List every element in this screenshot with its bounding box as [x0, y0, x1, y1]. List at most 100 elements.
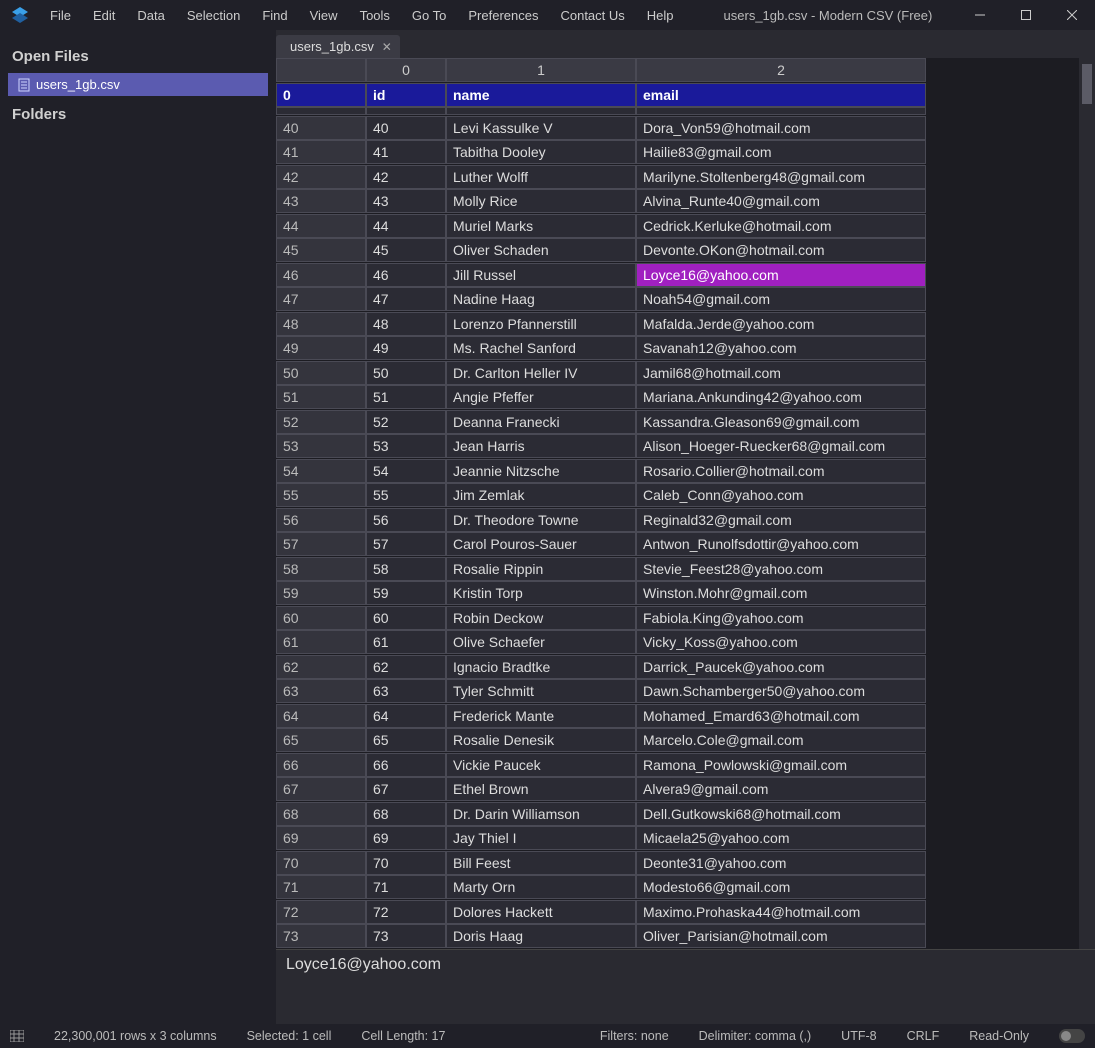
table-cell[interactable]: Marcelo.Cole@gmail.com [636, 728, 926, 752]
row-header[interactable]: 60 [276, 606, 366, 630]
table-cell[interactable]: Mohamed_Emard63@hotmail.com [636, 704, 926, 728]
table-cell[interactable]: Dora_Von59@hotmail.com [636, 116, 926, 140]
row-header[interactable]: 67 [276, 777, 366, 801]
menu-item-tools[interactable]: Tools [350, 4, 400, 27]
row-header[interactable]: 53 [276, 434, 366, 458]
row-header[interactable]: 66 [276, 753, 366, 777]
table-cell[interactable]: 49 [366, 336, 446, 360]
maximize-button[interactable] [1003, 0, 1049, 30]
table-cell[interactable]: Lorenzo Pfannerstill [446, 312, 636, 336]
table-cell[interactable]: Savanah12@yahoo.com [636, 336, 926, 360]
table-cell[interactable]: Kassandra.Gleason69@gmail.com [636, 410, 926, 434]
row-header[interactable]: 54 [276, 459, 366, 483]
table-cell[interactable]: 42 [366, 165, 446, 189]
menu-item-help[interactable]: Help [637, 4, 684, 27]
table-cell[interactable]: 46 [366, 263, 446, 287]
status-encoding[interactable]: UTF-8 [841, 1029, 876, 1043]
table-cell[interactable]: Antwon_Runolfsdottir@yahoo.com [636, 532, 926, 556]
column-header[interactable]: 2 [636, 58, 926, 82]
minimize-button[interactable] [957, 0, 1003, 30]
header-cell[interactable]: id [366, 83, 446, 107]
column-header[interactable]: 1 [446, 58, 636, 82]
table-cell[interactable]: Dolores Hackett [446, 900, 636, 924]
table-cell[interactable]: Luther Wolff [446, 165, 636, 189]
row-header[interactable]: 68 [276, 802, 366, 826]
status-delimiter[interactable]: Delimiter: comma (,) [699, 1029, 812, 1043]
row-header[interactable]: 47 [276, 287, 366, 311]
table-cell[interactable]: 62 [366, 655, 446, 679]
table-cell[interactable] [636, 107, 926, 115]
row-header[interactable]: 71 [276, 875, 366, 899]
table-cell[interactable]: Ms. Rachel Sanford [446, 336, 636, 360]
table-cell[interactable]: Marilyne.Stoltenberg48@gmail.com [636, 165, 926, 189]
table-cell[interactable]: Rosario.Collier@hotmail.com [636, 459, 926, 483]
table-cell[interactable]: Oliver_Parisian@hotmail.com [636, 924, 926, 948]
table-cell[interactable] [446, 107, 636, 115]
table-cell[interactable]: Olive Schaefer [446, 630, 636, 654]
table-cell[interactable]: Ignacio Bradtke [446, 655, 636, 679]
table-cell[interactable]: Reginald32@gmail.com [636, 508, 926, 532]
table-cell[interactable]: Devonte.OKon@hotmail.com [636, 238, 926, 262]
table-cell[interactable]: Jay Thiel I [446, 826, 636, 850]
menu-item-go-to[interactable]: Go To [402, 4, 456, 27]
table-cell[interactable]: Caleb_Conn@yahoo.com [636, 483, 926, 507]
row-header[interactable]: 45 [276, 238, 366, 262]
table-cell[interactable]: Carol Pouros-Sauer [446, 532, 636, 556]
table-cell[interactable]: Alison_Hoeger-Ruecker68@gmail.com [636, 434, 926, 458]
table-cell[interactable]: 60 [366, 606, 446, 630]
table-cell[interactable]: 45 [366, 238, 446, 262]
table-cell[interactable]: Bill Feest [446, 851, 636, 875]
table-cell[interactable]: Stevie_Feest28@yahoo.com [636, 557, 926, 581]
row-header[interactable]: 46 [276, 263, 366, 287]
table-cell[interactable]: Jill Russel [446, 263, 636, 287]
row-header[interactable]: 65 [276, 728, 366, 752]
table-cell[interactable]: Frederick Mante [446, 704, 636, 728]
row-header[interactable]: 41 [276, 140, 366, 164]
table-cell[interactable]: 56 [366, 508, 446, 532]
table-cell[interactable]: Deanna Franecki [446, 410, 636, 434]
row-header[interactable]: 62 [276, 655, 366, 679]
row-header[interactable]: 56 [276, 508, 366, 532]
table-cell[interactable]: Mariana.Ankunding42@yahoo.com [636, 385, 926, 409]
table-cell[interactable]: Dawn.Schamberger50@yahoo.com [636, 679, 926, 703]
table-cell[interactable]: 66 [366, 753, 446, 777]
row-header[interactable]: 50 [276, 361, 366, 385]
table-cell[interactable]: Jean Harris [446, 434, 636, 458]
table-cell[interactable]: 64 [366, 704, 446, 728]
corner-cell[interactable] [276, 58, 366, 82]
table-cell[interactable]: Dr. Darin Williamson [446, 802, 636, 826]
table-cell[interactable]: 72 [366, 900, 446, 924]
menu-item-preferences[interactable]: Preferences [458, 4, 548, 27]
scroll-thumb[interactable] [1082, 64, 1092, 104]
table-cell[interactable]: 65 [366, 728, 446, 752]
table-cell[interactable]: 41 [366, 140, 446, 164]
table-cell[interactable]: Jim Zemlak [446, 483, 636, 507]
header-cell[interactable]: email [636, 83, 926, 107]
table-cell[interactable]: 54 [366, 459, 446, 483]
table-cell[interactable]: 68 [366, 802, 446, 826]
menu-item-data[interactable]: Data [127, 4, 174, 27]
row-header[interactable]: 57 [276, 532, 366, 556]
table-cell[interactable]: Jamil68@hotmail.com [636, 361, 926, 385]
table-cell[interactable]: Marty Orn [446, 875, 636, 899]
table-cell[interactable] [276, 107, 366, 115]
row-header[interactable]: 72 [276, 900, 366, 924]
table-cell[interactable]: Doris Haag [446, 924, 636, 948]
table-cell[interactable]: 50 [366, 361, 446, 385]
table-cell[interactable]: Tabitha Dooley [446, 140, 636, 164]
table-cell[interactable]: 40 [366, 116, 446, 140]
table-cell[interactable]: 70 [366, 851, 446, 875]
table-cell[interactable]: 59 [366, 581, 446, 605]
table-cell[interactable]: Fabiola.King@yahoo.com [636, 606, 926, 630]
row-header[interactable]: 59 [276, 581, 366, 605]
row-header[interactable]: 58 [276, 557, 366, 581]
table-cell[interactable]: 55 [366, 483, 446, 507]
table-cell[interactable] [366, 107, 446, 115]
table-cell[interactable]: 44 [366, 214, 446, 238]
table-cell[interactable]: 58 [366, 557, 446, 581]
row-header[interactable]: 43 [276, 189, 366, 213]
row-header[interactable]: 44 [276, 214, 366, 238]
table-cell[interactable]: 57 [366, 532, 446, 556]
table-cell[interactable]: 67 [366, 777, 446, 801]
table-cell[interactable]: Rosalie Denesik [446, 728, 636, 752]
